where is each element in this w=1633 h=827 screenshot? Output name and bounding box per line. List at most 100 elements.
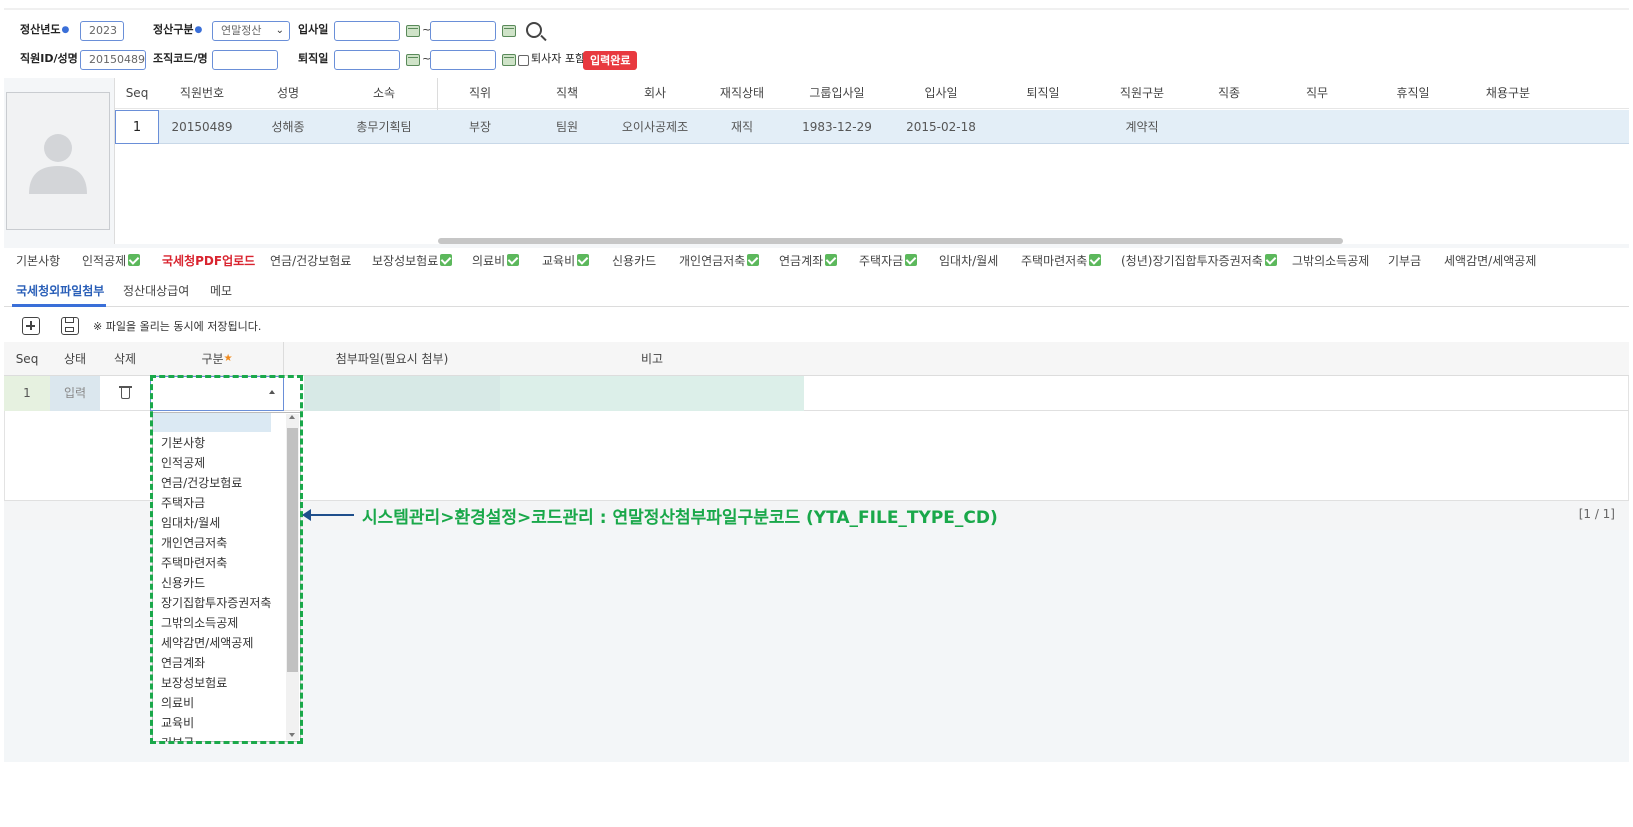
remark-cell[interactable] <box>500 376 804 411</box>
cell-join: 2015-02-18 <box>906 120 976 134</box>
delete-button[interactable] <box>100 376 150 411</box>
col-position: 직위 <box>468 86 492 100</box>
tab-housing-savings[interactable]: 주택마련저축 <box>1021 252 1102 270</box>
tab-file-attach[interactable]: 국세청외파일첨부 <box>16 282 104 300</box>
search-icon[interactable] <box>526 22 542 38</box>
col-join: 입사일 <box>924 86 958 100</box>
tab-donation[interactable]: 기부금 <box>1388 252 1421 270</box>
cell-position: 부장 <box>468 120 492 134</box>
cell-emp-no: 20150489 <box>171 120 233 134</box>
emp-label: 직원ID/성명 <box>20 52 78 65</box>
year-input[interactable]: 2023 <box>80 21 124 41</box>
col-emp-type: 직원구분 <box>1119 86 1165 100</box>
year-label: 정산년도● <box>20 23 70 36</box>
tab-tax-credit[interactable]: 세액감면/세액공제 <box>1444 252 1536 270</box>
org-input[interactable] <box>212 50 278 70</box>
chevron-down-icon: ⌄ <box>275 25 284 36</box>
arrow-line <box>308 514 354 516</box>
employee-grid-header: Seq 직원번호 성명 소속 직위 직책 회사 재직상태 그룹입사일 입사일 퇴… <box>115 78 1629 144</box>
col-emp-no: 직원번호 <box>179 86 225 100</box>
calendar-icon[interactable] <box>502 25 516 37</box>
retired-include-checkbox[interactable] <box>518 55 529 66</box>
retire-date-label: 퇴직일 <box>298 52 329 65</box>
retire-date-from-input[interactable] <box>334 50 400 70</box>
col-delete: 삭제 <box>113 352 137 366</box>
hire-date-to-input[interactable] <box>430 21 496 41</box>
retired-include-label: 퇴사자 포함 <box>531 52 586 65</box>
calendar-icon[interactable] <box>406 25 420 37</box>
highlight-frame <box>150 375 303 744</box>
cell-seq: 1 <box>4 376 50 411</box>
tab-salary-target[interactable]: 정산대상급여 <box>123 282 189 300</box>
col-duty: 직책 <box>555 86 579 100</box>
tab-other-income-deduction[interactable]: 그밖의소득공제 <box>1292 252 1369 270</box>
attachment-cell[interactable] <box>304 376 500 411</box>
cell-status: 입력 <box>50 376 100 411</box>
tab-credit-card[interactable]: 신용카드 <box>612 252 656 270</box>
check-icon <box>747 254 760 266</box>
col-remark: 비고 <box>640 352 664 366</box>
cell-dept: 총무기획팀 <box>356 120 412 134</box>
cell-status: 재직 <box>730 120 754 134</box>
file-grid-header: Seq 상태 삭제 구분★ 첨부파일(필요시 첨부) 비고 <box>4 342 1629 376</box>
cell-name: 성해종 <box>271 120 305 134</box>
save-icon <box>65 318 74 323</box>
save-note: ※ 파일을 올리는 동시에 저장됩니다. <box>93 320 262 333</box>
status-badge: 입력완료 <box>583 51 638 70</box>
tab-personal-deduction[interactable]: 인적공제 <box>82 252 141 270</box>
check-icon <box>825 254 838 266</box>
cell-emp-type: 계약직 <box>1125 120 1159 134</box>
calendar-icon[interactable] <box>406 54 420 66</box>
check-icon <box>440 254 453 266</box>
col-status: 재직상태 <box>719 86 765 100</box>
retire-date-to-input[interactable] <box>430 50 496 70</box>
table-row[interactable]: 1 20150489 성해종 총무기획팀 부장 팀원 오이사공제조 재직 198… <box>115 110 1629 144</box>
col-attachment: 첨부파일(필요시 첨부) <box>335 352 449 366</box>
tab-medical[interactable]: 의료비 <box>472 252 520 270</box>
cell-company: 오이사공제조 <box>621 120 689 134</box>
tab-bar-secondary: 국세청외파일첨부 정산대상급여 메모 <box>0 282 1633 302</box>
type-select[interactable]: 연말정산 ⌄ <box>212 21 290 41</box>
col-hire-type: 채용구분 <box>1485 86 1531 100</box>
org-label: 조직코드/명 <box>153 52 208 65</box>
avatar <box>6 92 110 230</box>
col-status: 상태 <box>63 352 87 366</box>
add-row-button[interactable] <box>22 317 40 335</box>
col-category: 구분★ <box>201 352 233 366</box>
cell-duty: 팀원 <box>555 120 579 134</box>
tab-nts-pdf-upload[interactable]: 국세청PDF업로드 <box>162 252 255 270</box>
tab-personal-pension[interactable]: 개인연금저축 <box>679 252 760 270</box>
tab-pension-account[interactable]: 연금계좌 <box>779 252 838 270</box>
tab-memo[interactable]: 메모 <box>210 282 232 300</box>
check-icon <box>1089 254 1102 266</box>
cell-group-join: 1983-12-29 <box>802 120 872 134</box>
employee-grid: Seq 직원번호 성명 소속 직위 직책 회사 재직상태 그룹입사일 입사일 퇴… <box>114 78 1629 244</box>
tab-rent[interactable]: 임대차/월세 <box>939 252 998 270</box>
hire-date-from-input[interactable] <box>334 21 400 41</box>
tab-pension-health[interactable]: 연금/건강보험료 <box>270 252 351 270</box>
tab-insurance[interactable]: 보장성보험료 <box>372 252 453 270</box>
search-panel: 정산년도● 2023 정산구분● 연말정산 ⌄ 입사일 ~ 직원ID/성명 201… <box>4 8 1629 78</box>
tab-housing-fund[interactable]: 주택자금 <box>859 252 918 270</box>
col-retire: 퇴직일 <box>1026 86 1060 100</box>
save-button[interactable] <box>61 317 79 335</box>
check-icon <box>1264 254 1277 266</box>
col-dept: 소속 <box>372 86 396 100</box>
col-job: 직무 <box>1305 86 1329 100</box>
horizontal-scrollbar[interactable] <box>438 238 1343 244</box>
annotation-text: 시스템관리>환경설정>코드관리 : 연말정산첨부파일구분코드 (YTA_FILE… <box>362 508 998 528</box>
cell-seq[interactable]: 1 <box>115 110 159 144</box>
type-label: 정산구분● <box>153 23 203 36</box>
col-company: 회사 <box>643 86 667 100</box>
col-seq: Seq <box>15 352 39 366</box>
active-tab-indicator <box>12 304 106 307</box>
tab-long-term-investment[interactable]: (청년)장기집합투자증권저축 <box>1121 252 1277 270</box>
col-name: 성명 <box>276 86 300 100</box>
tab-basic[interactable]: 기본사항 <box>16 252 60 270</box>
tab-education[interactable]: 교육비 <box>542 252 590 270</box>
tab-bar-primary: 기본사항 인적공제 국세청PDF업로드 연금/건강보험료 보장성보험료 의료비 … <box>0 252 1633 272</box>
emp-input[interactable]: 20150489 <box>80 50 146 70</box>
pager: [1 / 1] <box>1578 507 1615 521</box>
check-icon <box>128 254 141 266</box>
calendar-icon[interactable] <box>502 54 516 66</box>
